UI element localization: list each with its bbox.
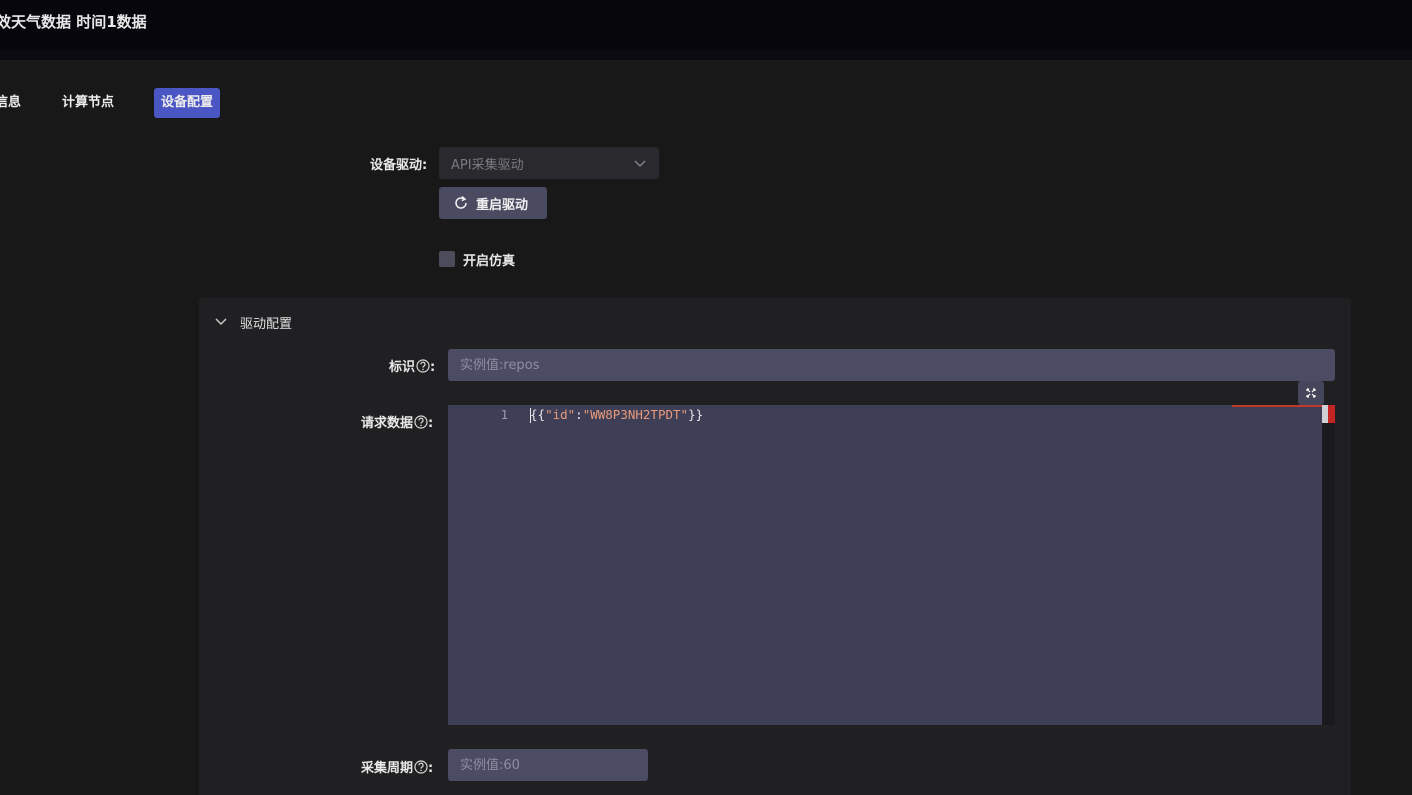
reload-icon (455, 195, 467, 209)
driver-select[interactable]: API采集驱动 (439, 147, 659, 179)
question-circle-icon[interactable] (416, 359, 430, 373)
error-marker (1328, 405, 1335, 423)
id-input[interactable] (448, 349, 1335, 381)
tab-device-config[interactable]: 设备配置 (154, 88, 220, 118)
editor-scrollbar[interactable] (1322, 405, 1335, 725)
chevron-down-icon (634, 160, 646, 167)
expand-icon (1306, 388, 1316, 398)
code-line: {{"id":"WW8P3NH2TPDT"}} (530, 407, 704, 422)
error-indicator (1232, 405, 1322, 407)
period-input[interactable] (448, 749, 648, 781)
restart-driver-button[interactable]: 重启驱动 (439, 187, 547, 219)
tab-info[interactable]: 信息 (0, 88, 21, 118)
restart-driver-label: 重启驱动 (476, 198, 529, 213)
driver-config-title[interactable]: 驱动配置 (240, 313, 292, 332)
question-circle-icon[interactable] (414, 415, 428, 429)
driver-select-value: API采集驱动 (451, 158, 524, 173)
tab-compute-node[interactable]: 计算节点 (62, 88, 114, 118)
id-field-label: 标识: (389, 359, 436, 375)
request-data-editor[interactable]: 1 {{"id":"WW8P3NH2TPDT"}} (448, 405, 1322, 725)
page-title: 效天气数据 时间1数据 (0, 13, 147, 31)
question-circle-icon[interactable] (414, 760, 428, 774)
top-bar-separator (0, 50, 1412, 60)
simulate-label: 开启仿真 (463, 254, 516, 269)
line-number: 1 (500, 408, 508, 422)
simulate-checkbox[interactable] (439, 251, 455, 267)
period-field-label: 采集周期: (361, 760, 434, 776)
request-data-label: 请求数据: (361, 415, 434, 431)
chevron-down-icon[interactable] (214, 316, 228, 328)
top-bar: 效天气数据 时间1数据 (0, 0, 1412, 50)
expand-editor-button[interactable] (1298, 381, 1324, 405)
driver-label: 设备驱动: (370, 158, 428, 173)
